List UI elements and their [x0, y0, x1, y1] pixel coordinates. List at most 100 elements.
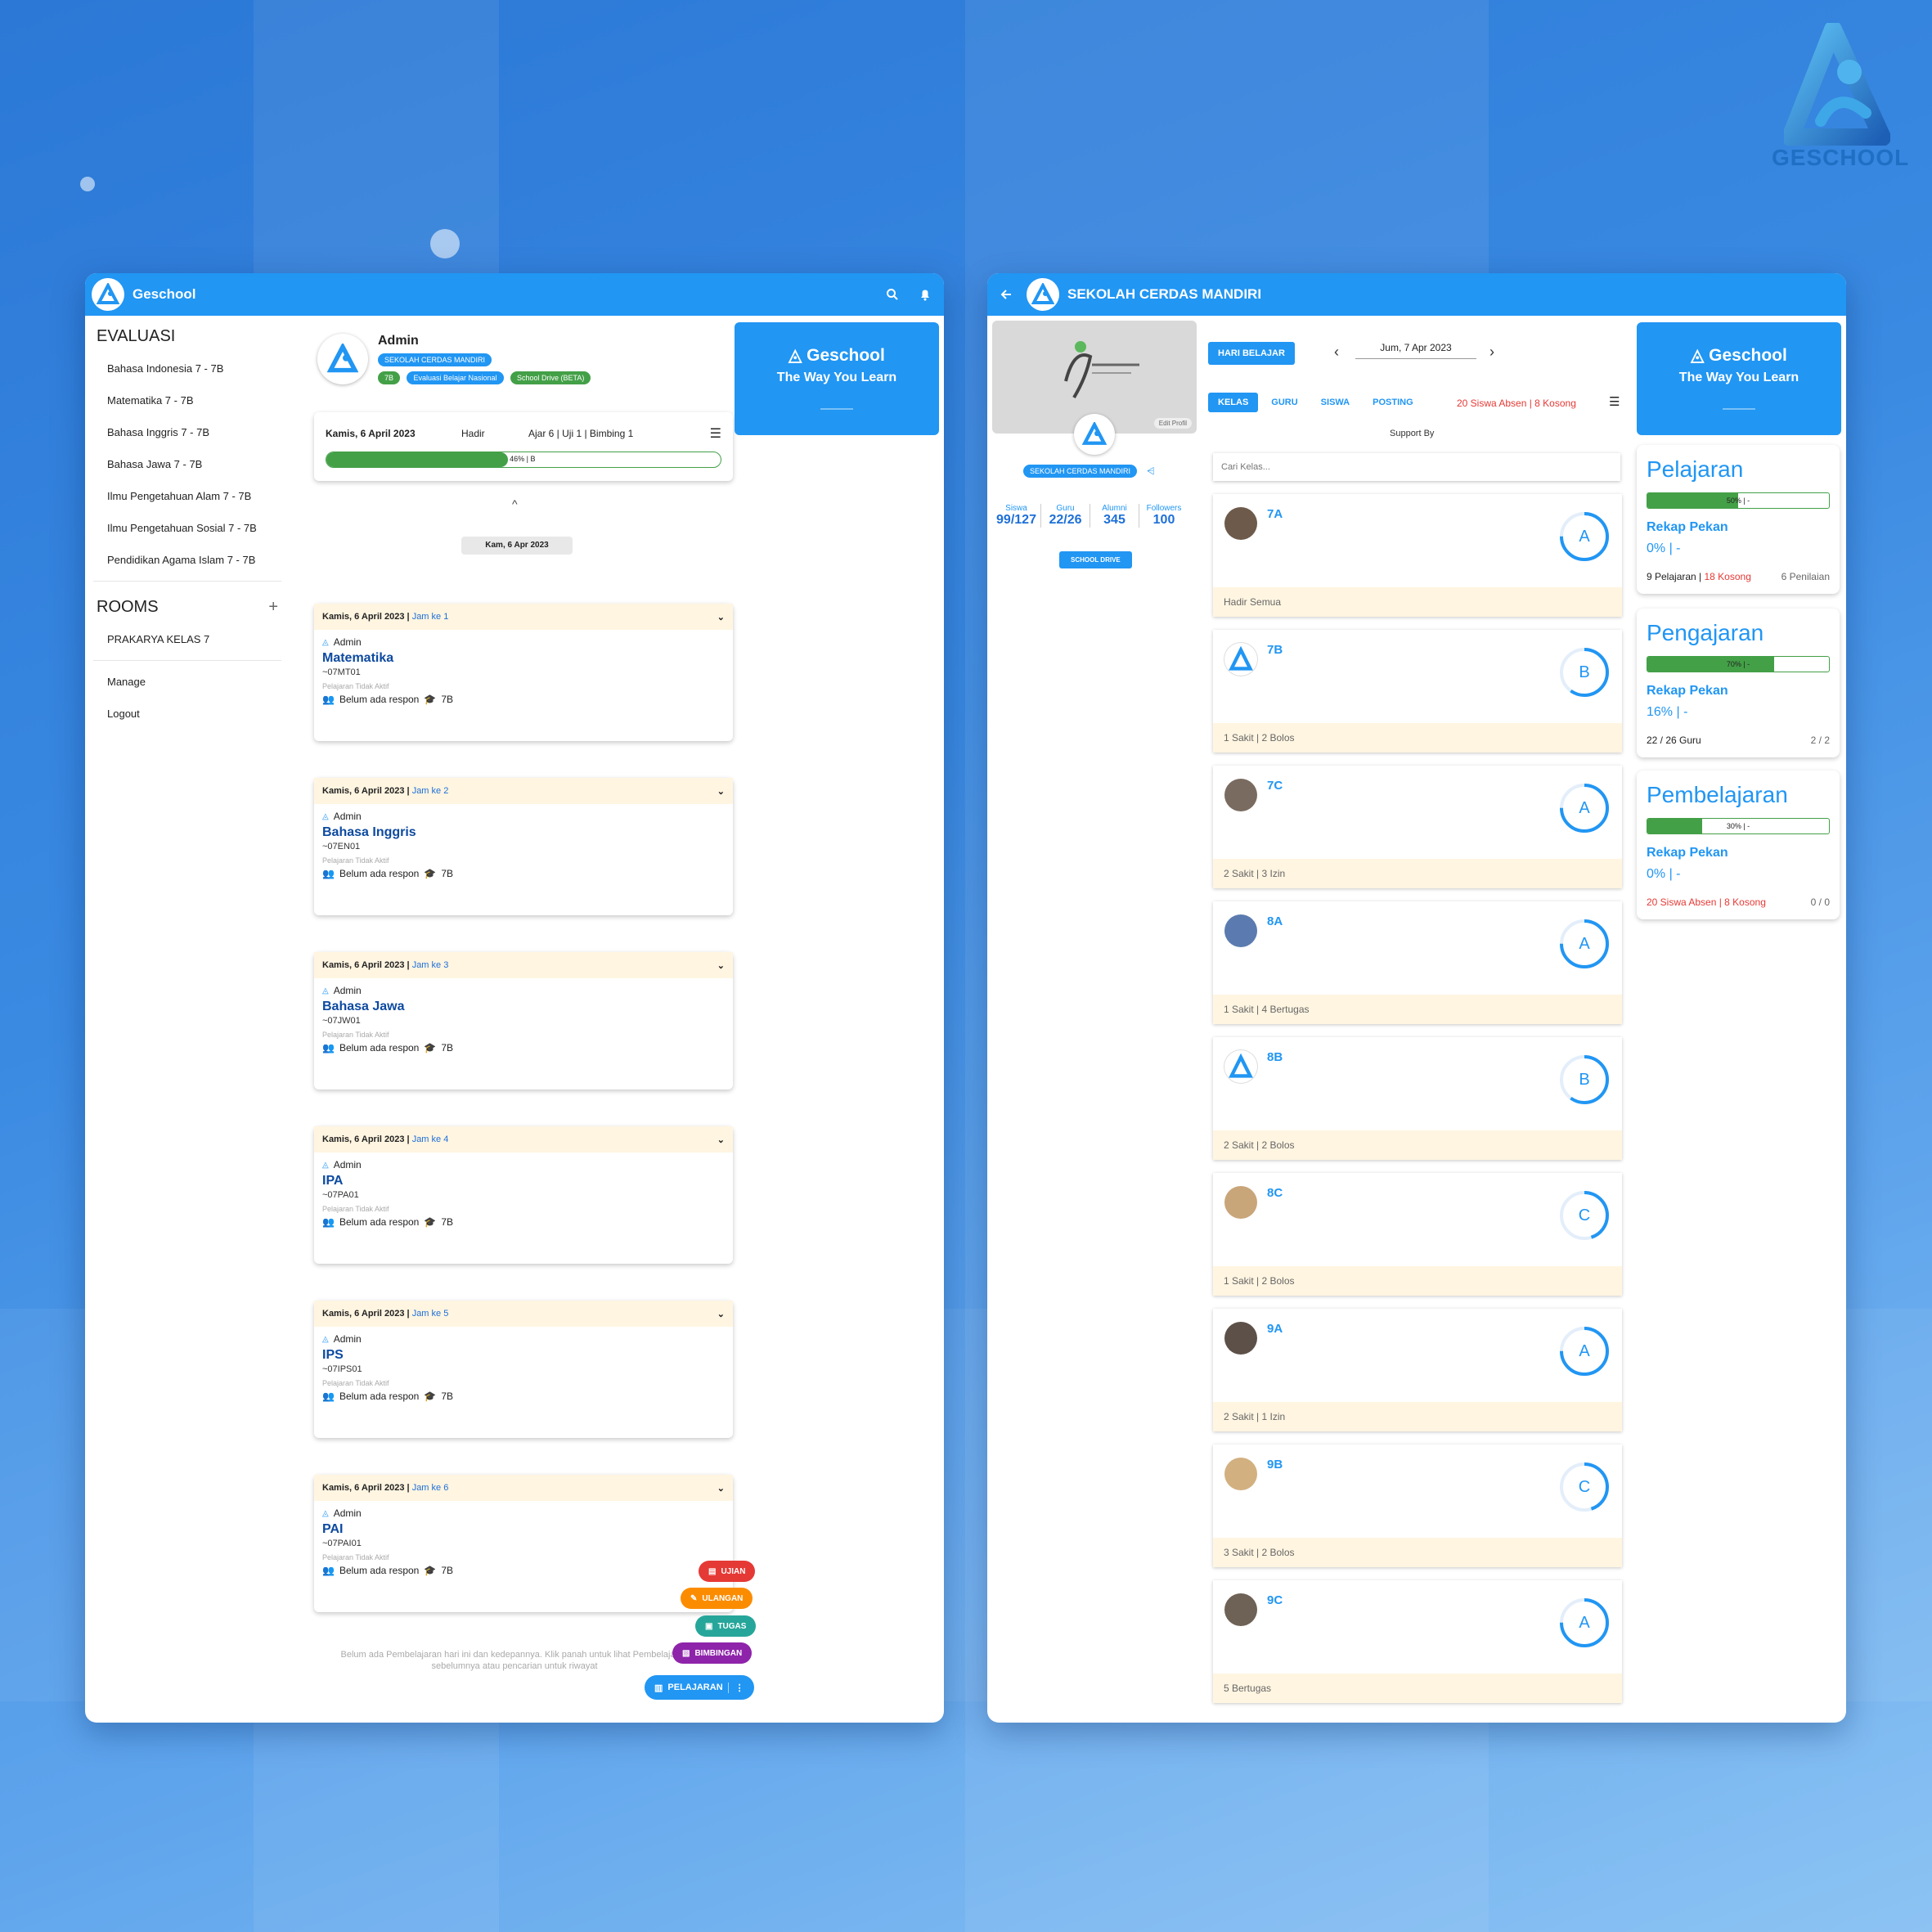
menu-lines-icon[interactable]: ☰ [710, 425, 721, 442]
schedule-card[interactable]: Kamis, 6 April 2023 | Jam ke 5 ⌄ ◬ Admin IPS… [314, 1301, 733, 1438]
schedule-card-header[interactable]: Kamis, 6 April 2023 | Jam ke 2 ⌄ [314, 778, 733, 804]
ulangan-button[interactable]: ✎ ULANGAN [681, 1588, 753, 1609]
schedule-card[interactable]: Kamis, 6 April 2023 | Jam ke 1 ⌄ ◬ Admin Mat… [314, 604, 733, 741]
bell-icon[interactable] [913, 282, 937, 307]
subject-name[interactable]: Bahasa Inggris [322, 825, 725, 840]
more-vert-icon[interactable]: ⋮ [727, 1682, 744, 1693]
date-field[interactable]: Jum, 7 Apr 2023 [1355, 342, 1476, 359]
schedule-card-header[interactable]: Kamis, 6 April 2023 | Jam ke 1 ⌄ [314, 604, 733, 630]
manage-link[interactable]: Manage [85, 666, 290, 698]
evaluasi-item[interactable]: Pendidikan Agama Islam 7 - 7B [85, 544, 290, 576]
tab-siswa[interactable]: SISWA [1311, 393, 1359, 412]
class-name[interactable]: 9A [1267, 1322, 1283, 1336]
class-name[interactable]: 9C [1267, 1593, 1283, 1607]
room-item[interactable]: PRAKARYA KELAS 7 [85, 623, 290, 655]
chevron-down-icon[interactable]: ⌄ [717, 1483, 725, 1494]
rekap-pekan-link[interactable]: Rekap Pekan [1647, 684, 1830, 699]
chevron-down-icon[interactable]: ⌄ [717, 612, 725, 622]
grade-ring: A [1558, 510, 1611, 563]
tugas-button[interactable]: ▣ TUGAS [695, 1615, 757, 1637]
subject-name[interactable]: PAI [322, 1522, 725, 1537]
stat-card-pelajaran[interactable]: Pelajaran 50% | - Rekap Pekan 0% | - 9 Pelaj… [1637, 445, 1840, 594]
class-card[interactable]: 7B B 1 Sakit | 2 Bolos [1213, 630, 1622, 753]
class-name[interactable]: 9B [1267, 1458, 1283, 1471]
evaluasi-item[interactable]: Bahasa Indonesia 7 - 7B [85, 353, 290, 384]
class-name[interactable]: 7A [1267, 507, 1283, 521]
avatar[interactable] [317, 334, 368, 384]
class-name[interactable]: 8B [1267, 1050, 1283, 1064]
evaluasi-item[interactable]: Ilmu Pengetahuan Sosial 7 - 7B [85, 512, 290, 544]
class-name[interactable]: 8C [1267, 1186, 1283, 1200]
edit-profile-button[interactable]: Edit Profil [1153, 418, 1192, 429]
stat-followers[interactable]: Followers 100 [1139, 504, 1188, 528]
search-class-input[interactable] [1213, 453, 1620, 481]
schedule-card[interactable]: Kamis, 6 April 2023 | Jam ke 3 ⌄ ◬ Admin Bah… [314, 952, 733, 1090]
stat-card-pengajaran[interactable]: Pengajaran 70% | - Rekap Pekan 16% | - 22 / … [1637, 609, 1840, 757]
evaluasi-item[interactable]: Ilmu Pengetahuan Alam 7 - 7B [85, 480, 290, 512]
class-chip[interactable]: 7B [378, 371, 401, 384]
school-drive-chip[interactable]: School Drive (BETA) [510, 371, 591, 384]
stat-card-pembelajaran[interactable]: Pembelajaran 30% | - Rekap Pekan 0% | - 20 S… [1637, 771, 1840, 919]
chevron-down-icon[interactable]: ⌄ [717, 1134, 725, 1145]
rekap-pekan-link[interactable]: Rekap Pekan [1647, 520, 1830, 535]
schedule-card-header[interactable]: Kamis, 6 April 2023 | Jam ke 5 ⌄ [314, 1301, 733, 1327]
class-card[interactable]: 9C A 5 Bertugas [1213, 1580, 1622, 1703]
ujian-button[interactable]: ▤ UJIAN [699, 1561, 756, 1582]
class-name[interactable]: 7B [1267, 643, 1283, 657]
class-card[interactable]: 9A A 2 Sakit | 1 Izin [1213, 1309, 1622, 1431]
subject-name[interactable]: Matematika [322, 651, 725, 666]
evaluasi-item[interactable]: Bahasa Jawa 7 - 7B [85, 448, 290, 480]
logout-link[interactable]: Logout [85, 698, 290, 730]
search-icon[interactable] [880, 282, 905, 307]
geschool-logo-icon [1224, 1050, 1257, 1083]
chevron-down-icon[interactable]: ⌄ [717, 960, 725, 971]
class-card[interactable]: 9B C 3 Sakit | 2 Bolos [1213, 1445, 1622, 1567]
class-card[interactable]: 8B B 2 Sakit | 2 Bolos [1213, 1037, 1622, 1160]
tab-kelas[interactable]: KELAS [1208, 393, 1259, 412]
schedule-card[interactable]: Kamis, 6 April 2023 | Jam ke 2 ⌄ ◬ Admin Bah… [314, 778, 733, 915]
schedule-card[interactable]: Kamis, 6 April 2023 | Jam ke 6 ⌄ ◬ Admin PAI… [314, 1475, 733, 1612]
chevron-down-icon[interactable]: ⌄ [717, 786, 725, 797]
hari-belajar-button[interactable]: HARI BELAJAR [1208, 342, 1295, 365]
class-name[interactable]: 7C [1267, 779, 1283, 793]
class-name[interactable]: 8A [1267, 914, 1283, 928]
back-arrow-icon[interactable] [994, 282, 1018, 307]
school-chip[interactable]: SEKOLAH CERDAS MANDIRI [1023, 465, 1138, 478]
tab-guru[interactable]: GURU [1261, 393, 1307, 412]
class-card[interactable]: 8A A 1 Sakit | 4 Bertugas [1213, 901, 1622, 1024]
evaluasi-chip[interactable]: Evaluasi Belajar Nasional [407, 371, 504, 384]
chevron-left-icon[interactable]: ‹ [1334, 344, 1339, 361]
tab-posting[interactable]: POSTING [1363, 393, 1423, 412]
stat-siswa[interactable]: Siswa 99/127 [992, 504, 1041, 528]
subject-name[interactable]: IPA [322, 1174, 725, 1188]
pelajaran-button[interactable]: ▥ PELAJARAN ⋮ [645, 1675, 754, 1700]
app-logo-icon[interactable] [92, 278, 124, 311]
class-card[interactable]: 7C A 2 Sakit | 3 Izin [1213, 766, 1622, 888]
school-avatar[interactable] [1074, 414, 1115, 455]
subject-name[interactable]: IPS [322, 1348, 725, 1363]
school-chip[interactable]: SEKOLAH CERDAS MANDIRI [378, 353, 492, 366]
schedule-card-header[interactable]: Kamis, 6 April 2023 | Jam ke 4 ⌄ [314, 1126, 733, 1152]
chevron-right-icon[interactable]: › [1489, 344, 1494, 361]
class-card[interactable]: 8C C 1 Sakit | 2 Bolos [1213, 1173, 1622, 1296]
chevron-up-icon[interactable]: ^ [512, 497, 518, 510]
evaluasi-item[interactable]: Matematika 7 - 7B [85, 384, 290, 416]
chevron-down-icon[interactable]: ⌄ [717, 1309, 725, 1319]
absen-note: 20 Siswa Absen | 8 Kosong [1457, 398, 1576, 409]
stat-alumni[interactable]: Alumni 345 [1090, 504, 1139, 528]
class-card[interactable]: 7A A Hadir Semua [1213, 494, 1622, 617]
bimbingan-button[interactable]: ▧ BIMBINGAN [672, 1642, 753, 1664]
schedule-card[interactable]: Kamis, 6 April 2023 | Jam ke 4 ⌄ ◬ Admin IPA… [314, 1126, 733, 1264]
menu-lines-icon[interactable]: ☰ [1609, 394, 1620, 409]
schedule-card-header[interactable]: Kamis, 6 April 2023 | Jam ke 3 ⌄ [314, 952, 733, 978]
footer-right: 0 / 0 [1810, 896, 1830, 908]
stat-guru[interactable]: Guru 22/26 [1041, 504, 1090, 528]
schedule-card-header[interactable]: Kamis, 6 April 2023 | Jam ke 6 ⌄ [314, 1475, 733, 1501]
rekap-pekan-link[interactable]: Rekap Pekan [1647, 846, 1830, 860]
add-room-icon[interactable]: + [268, 598, 278, 617]
share-icon[interactable]: ⩤ [1147, 465, 1155, 478]
school-drive-button[interactable]: SCHOOL DRIVE [1059, 551, 1132, 568]
grade-letter: A [1579, 799, 1590, 817]
evaluasi-item[interactable]: Bahasa Inggris 7 - 7B [85, 416, 290, 448]
subject-name[interactable]: Bahasa Jawa [322, 1000, 725, 1014]
